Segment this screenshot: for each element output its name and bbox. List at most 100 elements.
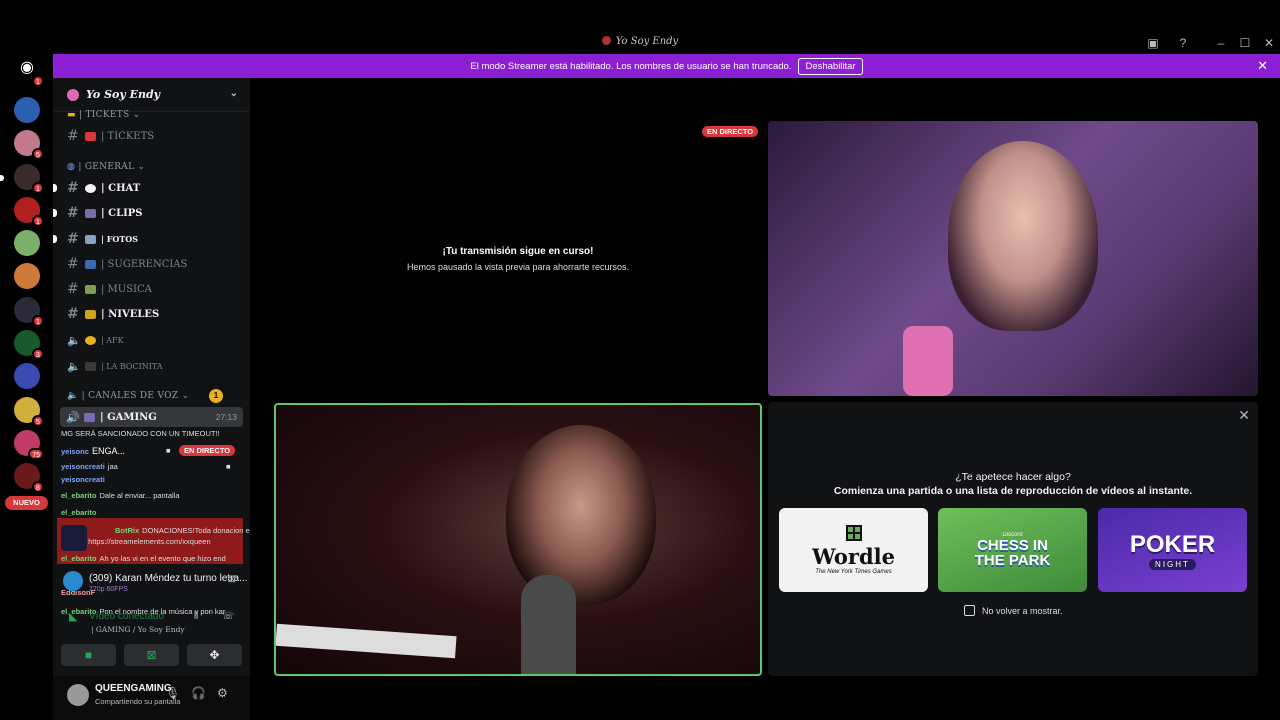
participant-video[interactable] bbox=[768, 121, 1258, 396]
channel-chat[interactable]: # | CHAT bbox=[53, 178, 243, 198]
server-icon[interactable]: 3 bbox=[14, 330, 44, 360]
banner-text: El modo Streamer está habilitado. Los no… bbox=[470, 60, 792, 72]
chat-line: el_ebarito Dale al enviar... pantalla bbox=[61, 491, 180, 500]
server-icon[interactable]: 75 bbox=[14, 430, 44, 460]
server-icon[interactable]: 1 bbox=[14, 297, 44, 327]
hash-icon: # bbox=[67, 231, 79, 247]
game-card-wordle[interactable]: Wordle The New York Times Games bbox=[779, 508, 928, 592]
chat-line: MG SERÁ SANCIONADO CON UN TIMEOUT!! bbox=[61, 429, 220, 438]
photo-emoji-icon bbox=[85, 234, 96, 244]
chat-line: yeisoncreati jaa ■ bbox=[61, 462, 231, 471]
stream-card[interactable]: (309) Karan Méndez tu turno letra... 720… bbox=[59, 569, 248, 597]
server-icon[interactable]: 1 bbox=[14, 197, 44, 227]
checkbox[interactable] bbox=[964, 605, 975, 616]
participant-video[interactable] bbox=[274, 403, 762, 676]
server-icon[interactable]: 8 bbox=[14, 463, 44, 493]
game-card-chess[interactable]: Discord CHESS IN THE PARK bbox=[938, 508, 1087, 592]
inbox-icon[interactable]: ▣ bbox=[1142, 36, 1164, 50]
camera-icon: ■ bbox=[84, 648, 93, 662]
avatar[interactable] bbox=[67, 684, 89, 706]
server-logo-icon bbox=[67, 88, 79, 101]
connection-sub: | GAMING / Yo Soy Endy bbox=[91, 625, 185, 634]
close-window-button[interactable]: ✕ bbox=[1258, 36, 1280, 50]
activity-title: ¿Te apetece hacer algo? bbox=[955, 471, 1071, 483]
gear-icon[interactable]: ⚙ bbox=[217, 686, 228, 700]
discord-home-icon[interactable]: ◉ 1 bbox=[14, 57, 44, 87]
dont-show-again[interactable]: No volver a mostrar. bbox=[964, 605, 1063, 616]
title-bar: Yo Soy Endy ▣ ? – ☐ ✕ bbox=[0, 0, 1280, 54]
close-icon[interactable]: ✕ bbox=[1238, 407, 1250, 424]
hash-icon: # bbox=[67, 281, 79, 297]
screen-share-button[interactable]: ⊠ bbox=[124, 644, 179, 666]
hash-icon: # bbox=[67, 306, 79, 322]
server-icon[interactable] bbox=[14, 97, 40, 123]
stream-thumbnail[interactable] bbox=[61, 525, 87, 551]
server-icon[interactable] bbox=[14, 363, 40, 389]
ticket-emoji-icon bbox=[85, 131, 96, 141]
channel-niveles[interactable]: # | NIVELES bbox=[61, 304, 243, 324]
channel-la-bocinita[interactable]: 🔈 | LA BOCINITA bbox=[61, 356, 243, 376]
headphones-icon[interactable]: 🎧 bbox=[191, 686, 206, 700]
minimize-button[interactable]: – bbox=[1210, 36, 1232, 50]
controller-emoji-icon bbox=[84, 412, 95, 422]
channel-musica[interactable]: # | MUSICA bbox=[61, 279, 243, 299]
mic-arm-figure bbox=[276, 623, 457, 659]
stream-title: (309) Karan Méndez tu turno letra... bbox=[89, 573, 248, 584]
screen-share-icon: ⊠ bbox=[146, 648, 157, 662]
microphone-figure bbox=[903, 326, 953, 396]
trophy-emoji-icon bbox=[85, 309, 96, 319]
server-name: Yo Soy Endy bbox=[86, 88, 161, 101]
streamer-mode-banner: El modo Streamer está habilitado. Los no… bbox=[53, 54, 1280, 78]
hash-icon: # bbox=[67, 180, 79, 196]
banner-close-icon[interactable]: ✕ bbox=[1257, 58, 1268, 74]
microphone-figure bbox=[521, 575, 576, 674]
speaker-icon: 🔈 bbox=[67, 359, 81, 373]
horn-emoji-icon bbox=[85, 361, 96, 371]
help-icon[interactable]: ? bbox=[1172, 36, 1194, 50]
camera-button[interactable]: ■ bbox=[61, 644, 116, 666]
server-icon[interactable]: 5 bbox=[14, 397, 44, 427]
activities-button[interactable]: ✥ bbox=[187, 644, 242, 666]
voice-channel-gaming[interactable]: 🔊 | GAMING 27:13 bbox=[60, 407, 243, 427]
person-figure bbox=[506, 425, 656, 605]
game-card-poker[interactable]: POKER NIGHT bbox=[1098, 508, 1247, 592]
server-icon[interactable]: 1 bbox=[14, 164, 44, 194]
disable-button[interactable]: Deshabilitar bbox=[798, 57, 863, 75]
chat-line: el_ebarito bbox=[61, 508, 97, 517]
activity-panel: ✕ ¿Te apetece hacer algo? Comienza una p… bbox=[768, 402, 1258, 676]
signal-icon[interactable]: ◣ bbox=[69, 610, 77, 623]
channel-afk[interactable]: 🔈 | AFK bbox=[61, 330, 243, 350]
speaker-icon: 🔊 bbox=[66, 410, 80, 424]
maximize-button[interactable]: ☐ bbox=[1234, 36, 1256, 50]
voice-badge: 1 bbox=[209, 389, 223, 403]
live-badge: EN DIRECTO bbox=[702, 126, 759, 137]
chat-line: yeisoncreati bbox=[61, 475, 105, 484]
category-tickets[interactable]: ▬ | TICKETS ⌄ bbox=[67, 110, 141, 120]
popout-icon[interactable]: ⊠ bbox=[228, 574, 236, 585]
music-emoji-icon bbox=[85, 284, 96, 294]
server-icon[interactable] bbox=[14, 263, 40, 289]
channel-tickets[interactable]: # | TICKETS bbox=[61, 126, 243, 146]
live-badge[interactable]: EN DIRECTO bbox=[179, 445, 236, 456]
hash-icon: # bbox=[67, 128, 79, 144]
microphone-icon[interactable]: 🎙 bbox=[165, 686, 180, 700]
server-icon[interactable] bbox=[14, 230, 40, 256]
camera-emoji-icon bbox=[85, 208, 96, 218]
server-list: ◉ 1 5 1 1 1 3 5 75 8 bbox=[0, 54, 53, 720]
channel-clips[interactable]: # | CLIPS bbox=[53, 203, 243, 223]
disconnect-icon[interactable]: ☏ bbox=[222, 611, 235, 622]
category-voice[interactable]: 🔈 | CANALES DE VOZ ⌄ bbox=[67, 391, 189, 401]
connection-label: Vídeo conectado bbox=[89, 611, 165, 622]
server-header[interactable]: Yo Soy Endy ⌄ bbox=[53, 78, 250, 112]
category-general[interactable]: ◍ | GENERAL ⌄ bbox=[67, 162, 145, 172]
video-icon: ■ bbox=[166, 446, 171, 455]
chevron-down-icon[interactable]: ⌄ bbox=[230, 88, 238, 99]
avatar bbox=[63, 571, 83, 591]
controller-icon: ✥ bbox=[209, 648, 220, 662]
channel-sugerencias[interactable]: # | SUGERENCIAS bbox=[61, 254, 243, 274]
noise-suppression-icon[interactable]: ⫴ bbox=[194, 611, 198, 622]
server-icon[interactable]: 5 bbox=[14, 130, 44, 160]
new-badge[interactable]: NUEVO bbox=[5, 496, 48, 510]
paused-title: ¡Tu transmisión sigue en curso! bbox=[442, 246, 594, 257]
channel-fotos[interactable]: # | FOTOS bbox=[53, 229, 243, 249]
